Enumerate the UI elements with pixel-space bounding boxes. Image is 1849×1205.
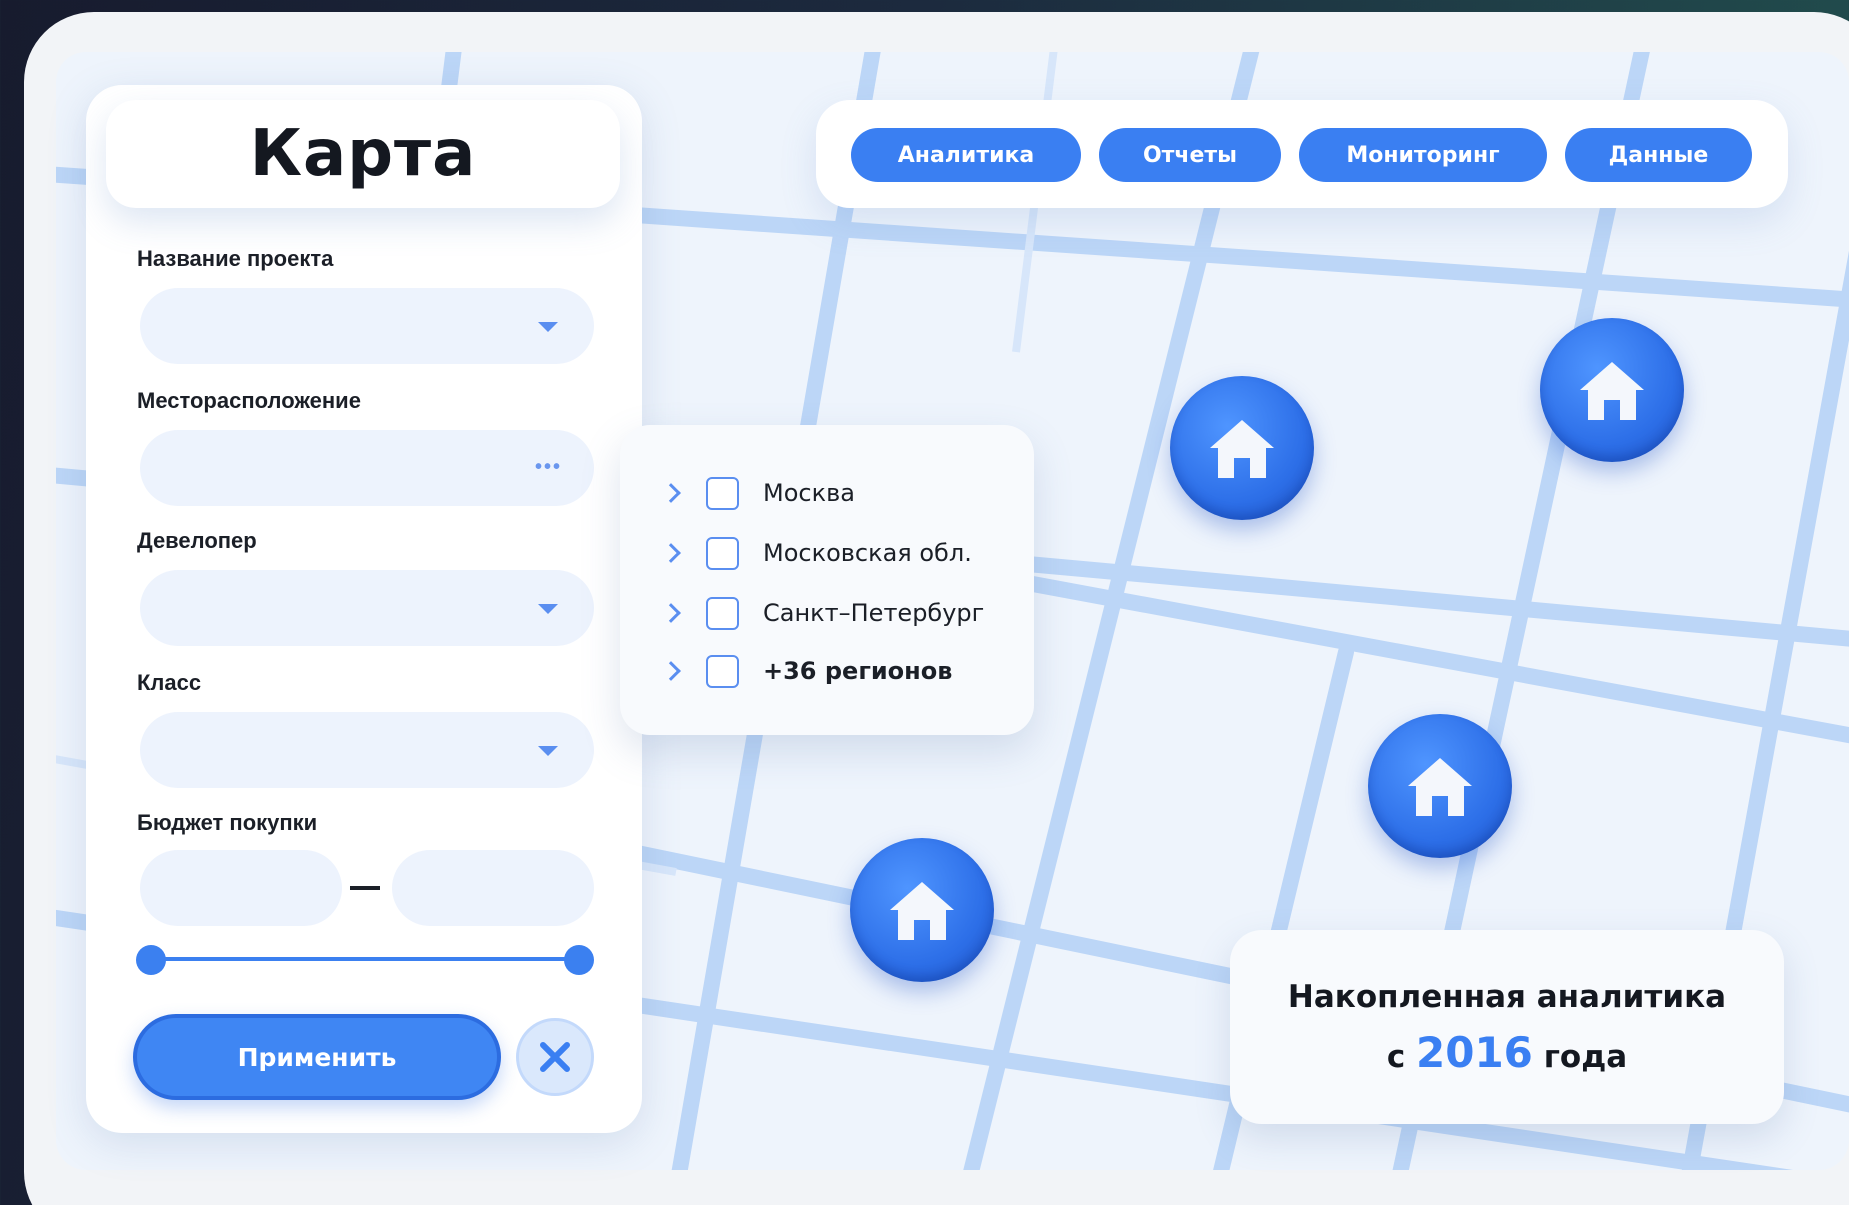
budget-slider-max-handle[interactable] xyxy=(564,945,594,975)
region-label: Санкт–Петербург xyxy=(763,599,985,627)
close-icon xyxy=(540,1042,570,1072)
analytics-headline: Накопленная аналитика xyxy=(1287,979,1727,1015)
house-icon xyxy=(1408,758,1472,816)
map-pin[interactable] xyxy=(1368,714,1512,858)
region-checkbox[interactable] xyxy=(706,596,739,630)
analytics-card: Накопленная аналитика с 2016 года xyxy=(1230,930,1784,1124)
region-item[interactable]: Московская обл. xyxy=(661,535,972,571)
region-label: +36 регионов xyxy=(763,657,953,685)
map-pin[interactable] xyxy=(1170,376,1314,520)
page-title: Карта xyxy=(106,100,620,208)
since-prefix: с xyxy=(1386,1039,1406,1075)
class-dropdown[interactable] xyxy=(140,712,594,788)
region-label: Московская обл. xyxy=(763,539,972,567)
budget-label: Бюджет покупки xyxy=(137,810,318,835)
location-field[interactable]: ••• xyxy=(140,430,594,506)
region-checkbox[interactable] xyxy=(706,476,739,510)
budget-slider-track[interactable] xyxy=(150,957,580,961)
more-dots-icon[interactable]: ••• xyxy=(535,456,562,479)
chevron-down-icon xyxy=(538,322,558,332)
region-item[interactable]: Москва xyxy=(661,475,855,511)
tab-monitoring[interactable]: Мониторинг xyxy=(1299,128,1547,182)
region-label: Москва xyxy=(763,479,855,507)
budget-min-input[interactable] xyxy=(140,850,342,926)
tab-data[interactable]: Данные xyxy=(1565,128,1752,182)
chevron-down-icon xyxy=(538,604,558,614)
map-pin[interactable] xyxy=(1540,318,1684,462)
since-suffix: года xyxy=(1543,1039,1628,1075)
project-name-label: Название проекта xyxy=(137,246,334,271)
budget-slider-min-handle[interactable] xyxy=(136,945,166,975)
house-icon xyxy=(890,882,954,940)
chevron-right-icon[interactable] xyxy=(661,661,681,681)
region-checkbox[interactable] xyxy=(706,536,739,570)
developer-label: Девелопер xyxy=(137,528,257,553)
chevron-right-icon[interactable] xyxy=(661,543,681,563)
chevron-right-icon[interactable] xyxy=(661,603,681,623)
project-name-dropdown[interactable] xyxy=(140,288,594,364)
apply-button[interactable]: Применить xyxy=(133,1014,501,1100)
reset-button[interactable] xyxy=(516,1018,594,1096)
class-label: Класс xyxy=(137,670,202,695)
location-label: Месторасположение xyxy=(137,388,361,413)
region-item[interactable]: Санкт–Петербург xyxy=(661,595,985,631)
house-icon xyxy=(1210,420,1274,478)
developer-dropdown[interactable] xyxy=(140,570,594,646)
budget-separator xyxy=(350,886,380,890)
chevron-right-icon[interactable] xyxy=(661,483,681,503)
since-year: 2016 xyxy=(1416,1028,1533,1077)
budget-max-input[interactable] xyxy=(392,850,594,926)
region-checkbox[interactable] xyxy=(706,654,739,688)
region-dropdown: Москва Московская обл. Санкт–Петербург +… xyxy=(620,425,1034,735)
tab-analytics[interactable]: Аналитика xyxy=(851,128,1081,182)
analytics-since: с 2016 года xyxy=(1387,1025,1627,1085)
region-item[interactable]: +36 регионов xyxy=(661,653,953,689)
house-icon xyxy=(1580,362,1644,420)
map-pin[interactable] xyxy=(850,838,994,982)
tab-reports[interactable]: Отчеты xyxy=(1099,128,1281,182)
chevron-down-icon xyxy=(538,746,558,756)
